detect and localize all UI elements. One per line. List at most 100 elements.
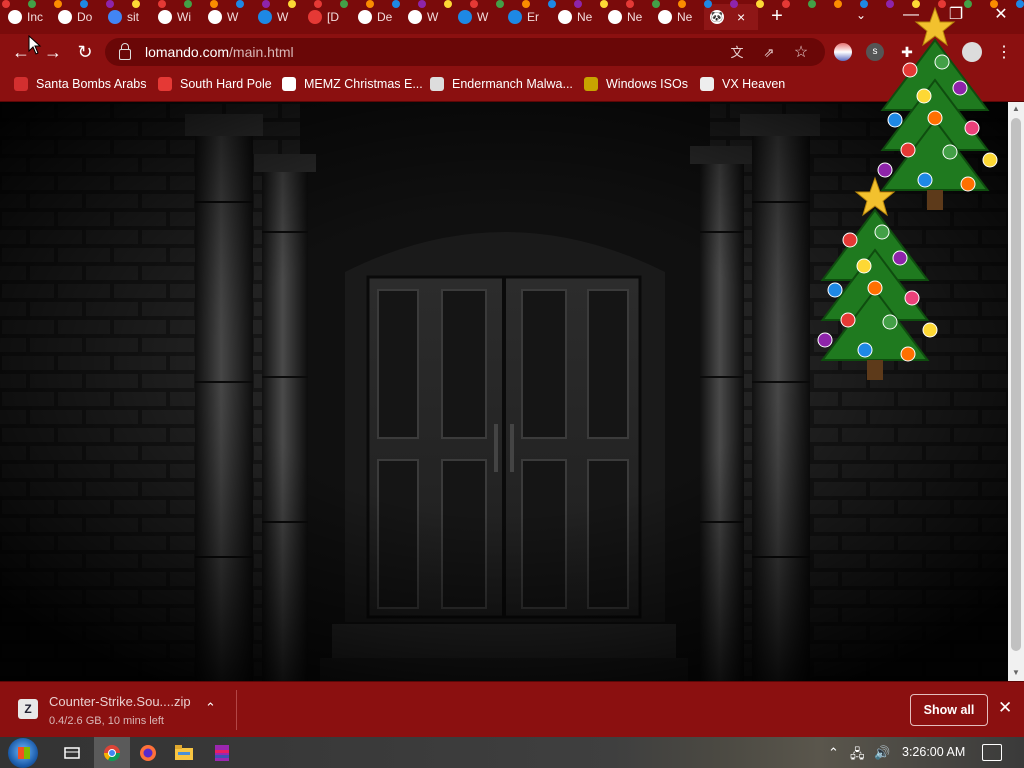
onedrive-icon [458,10,472,24]
taskbar-firefox[interactable] [130,737,166,768]
firefox-icon [140,744,156,761]
onedrive-icon [258,10,272,24]
forward-button[interactable]: → [42,41,64,63]
tab-label: [D [327,10,339,24]
tab-close-button[interactable]: × [737,9,745,25]
bookmark-label: Santa Bombs Arabs [36,77,147,91]
tab-label: Ne [677,10,693,24]
share-icon[interactable]: ⇗ [761,45,777,61]
url-text[interactable]: lomando.com/main.html [145,44,294,60]
download-status: 0.4/2.6 GB, 10 mins left [49,715,164,727]
download-icon [58,10,72,24]
tab-item[interactable]: [D [308,4,354,30]
chrome-icon [103,744,121,761]
task-view-button[interactable] [54,737,90,768]
tab-item[interactable]: Wi [158,4,204,30]
task-view-icon [64,746,80,759]
tab-label: sit [127,10,139,24]
santa-icon [14,77,28,91]
taskbar-chrome[interactable] [94,737,130,768]
christmas-tree-decoration [817,6,998,380]
memz-icon [282,77,296,91]
bookmark-label: MEMZ Christmas E... [304,77,423,91]
action-center-icon[interactable] [982,744,1002,761]
tray-overflow-chevron-icon[interactable]: ⌃ [828,745,839,761]
wikipedia-icon [158,10,172,24]
bookmark-item[interactable]: Endermanch Malwa... [430,77,573,91]
network-icon[interactable]: 🖧 [850,745,865,767]
zip-file-icon[interactable]: Z [18,699,38,719]
bookmark-label: South Hard Pole [180,77,272,91]
panda-icon: 🐼 [710,10,724,24]
tab-item[interactable]: De [358,4,404,30]
tab-label: Er [527,10,539,24]
chrome-icon [658,10,672,24]
tab-label: Inc [27,10,44,24]
tab-active[interactable]: 🐼 × [704,4,758,30]
wikipedia-icon [208,10,222,24]
url-host: lomando.com [145,44,230,60]
taskbar-winrar[interactable] [204,737,240,768]
scrollbar-thumb[interactable] [1011,118,1021,651]
wikipedia-icon [358,10,372,24]
bookmark-label: Endermanch Malwa... [452,77,573,91]
tab-label: W [477,10,489,24]
tab-item[interactable]: Inc [8,4,54,30]
google-icon [108,10,122,24]
scroll-up-arrow-icon[interactable]: ▲ [1012,104,1020,113]
tab-item[interactable]: W [408,4,454,30]
winrar-icon [215,744,229,761]
tab-item[interactable]: Do [58,4,104,30]
scroll-down-arrow-icon[interactable]: ▼ [1012,668,1020,677]
tab-item[interactable]: W [208,4,254,30]
bookmark-label: VX Heaven [722,77,786,91]
tab-label: Ne [577,10,593,24]
tab-label: Ne [627,10,643,24]
tab-item[interactable]: Er [508,4,554,30]
download-bar: Z Counter-Strike.Sou....zip 0.4/2.6 GB, … [0,681,1024,738]
lock-icon[interactable] [119,42,131,60]
divider [236,690,237,730]
download-options-chevron-icon[interactable]: ⌃ [205,700,216,716]
bookmark-item[interactable]: South Hard Pole [158,77,272,91]
download-bar-close-button[interactable]: ✕ [998,698,1012,718]
onedrive-icon [508,10,522,24]
windows-taskbar: ⌃ 🖧 🔊 3:26:00 AM [0,737,1024,768]
new-tab-button[interactable]: + [766,5,788,27]
mouse-cursor-icon [28,35,42,55]
tab-item[interactable]: Ne [608,4,654,30]
tab-label: W [277,10,289,24]
tab-item[interactable]: Ne [558,4,604,30]
windows-icon [584,77,598,91]
taskbar-file-explorer[interactable] [166,737,202,768]
volume-icon[interactable]: 🔊 [874,745,890,761]
vx-icon [700,77,714,91]
chrome-icon [608,10,622,24]
translate-icon[interactable]: 文 [729,45,745,61]
bookmark-item[interactable]: MEMZ Christmas E... [282,77,423,91]
tab-label: W [427,10,439,24]
url-path: /main.html [229,44,294,60]
bookmark-item[interactable]: VX Heaven [700,77,785,91]
tab-label: De [377,10,393,24]
taskbar-clock[interactable]: 3:26:00 AM [902,745,965,759]
tab-item[interactable]: W [458,4,504,30]
bookmark-item[interactable]: Windows ISOs [584,77,688,91]
address-bar[interactable]: lomando.com/main.html 文 ⇗ ☆ [105,38,825,66]
wikipedia-icon [408,10,422,24]
tab-item[interactable]: Ne [658,4,704,30]
download-filename[interactable]: Counter-Strike.Sou....zip [49,694,191,709]
tab-label: W [227,10,239,24]
tab-label: Wi [177,10,191,24]
tab-item[interactable]: W [258,4,304,30]
bookmark-item[interactable]: Santa Bombs Arabs [14,77,146,91]
reload-button[interactable]: ↻ [74,41,96,63]
tab-item[interactable]: sit [108,4,154,30]
chrome-icon [8,10,22,24]
panda-icon [430,77,444,91]
chrome-icon [558,10,572,24]
show-all-button[interactable]: Show all [910,694,988,726]
bookmark-label: Windows ISOs [606,77,688,91]
windows-logo-icon [18,747,30,759]
tab-label: Do [77,10,93,24]
